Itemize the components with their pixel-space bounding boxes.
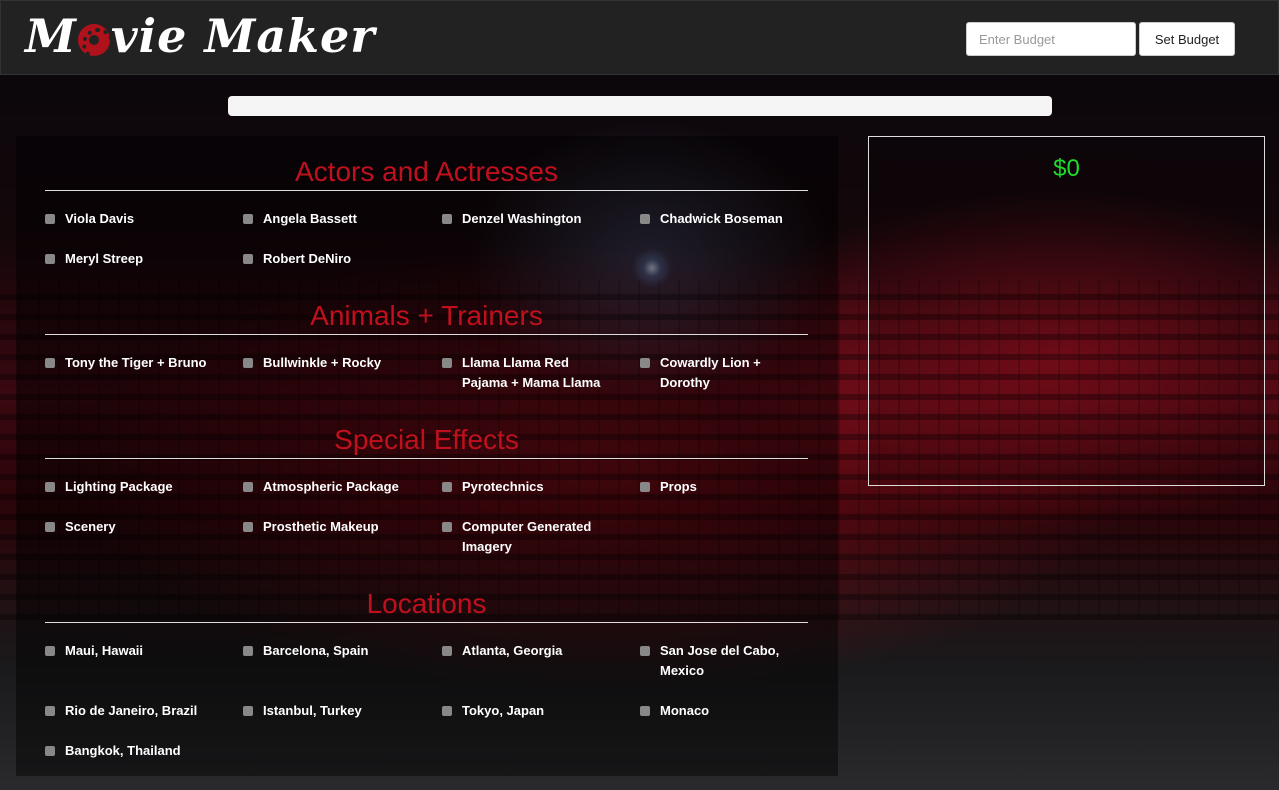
total-cost: $0: [1053, 155, 1080, 182]
option-atmospheric-package[interactable]: Atmospheric Package: [243, 477, 433, 497]
option-bullwinkle-rocky[interactable]: Bullwinkle + Rocky: [243, 353, 433, 373]
top-navbar: Mvie Maker Set Budget: [0, 0, 1279, 75]
checkbox-icon[interactable]: [243, 254, 253, 264]
option-pyrotechnics[interactable]: Pyrotechnics: [442, 477, 632, 497]
checkbox-icon[interactable]: [45, 522, 55, 532]
section-title-animals: Animals + Trainers: [45, 298, 808, 335]
checkbox-icon[interactable]: [640, 706, 650, 716]
option-tony-the-tiger[interactable]: Tony the Tiger + Bruno: [45, 353, 235, 373]
option-robert-deniro[interactable]: Robert DeNiro: [243, 249, 433, 269]
option-monaco[interactable]: Monaco: [640, 701, 830, 721]
checkbox-icon[interactable]: [442, 214, 452, 224]
logo-text-right: vie Maker: [110, 9, 376, 63]
option-scenery[interactable]: Scenery: [45, 517, 235, 537]
checkbox-icon[interactable]: [640, 358, 650, 368]
option-atlanta-georgia[interactable]: Atlanta, Georgia: [442, 641, 632, 661]
option-rio-de-janeiro[interactable]: Rio de Janeiro, Brazil: [45, 701, 235, 721]
film-reel-icon: [77, 24, 114, 60]
option-denzel-washington[interactable]: Denzel Washington: [442, 209, 632, 229]
option-chadwick-boseman[interactable]: Chadwick Boseman: [640, 209, 830, 229]
checkbox-icon[interactable]: [640, 646, 650, 656]
checkbox-icon[interactable]: [45, 646, 55, 656]
checkbox-icon[interactable]: [243, 214, 253, 224]
option-barcelona-spain[interactable]: Barcelona, Spain: [243, 641, 433, 661]
checkbox-icon[interactable]: [243, 706, 253, 716]
option-bangkok-thailand[interactable]: Bangkok, Thailand: [45, 741, 235, 761]
checkbox-icon[interactable]: [243, 482, 253, 492]
section-title-actors: Actors and Actresses: [45, 154, 808, 191]
checkbox-icon[interactable]: [442, 358, 452, 368]
option-llama-llama[interactable]: Llama Llama Red Pajama + Mama Llama: [442, 353, 612, 393]
option-san-jose-del-cabo[interactable]: San Jose del Cabo, Mexico: [640, 641, 790, 681]
checkbox-icon[interactable]: [45, 214, 55, 224]
option-prosthetic-makeup[interactable]: Prosthetic Makeup: [243, 517, 433, 537]
checkbox-icon[interactable]: [243, 522, 253, 532]
option-tokyo-japan[interactable]: Tokyo, Japan: [442, 701, 632, 721]
checkbox-icon[interactable]: [442, 522, 452, 532]
option-angela-bassett[interactable]: Angela Bassett: [243, 209, 433, 229]
set-budget-button[interactable]: Set Budget: [1139, 22, 1235, 56]
budget-summary-panel: $0: [868, 136, 1265, 486]
checkbox-icon[interactable]: [45, 746, 55, 756]
option-lighting-package[interactable]: Lighting Package: [45, 477, 235, 497]
checkbox-icon[interactable]: [243, 646, 253, 656]
option-viola-davis[interactable]: Viola Davis: [45, 209, 235, 229]
checkbox-icon[interactable]: [45, 358, 55, 368]
option-maui-hawaii[interactable]: Maui, Hawaii: [45, 641, 235, 661]
budget-input[interactable]: [966, 22, 1136, 56]
logo-text-left: M: [25, 9, 77, 63]
movie-maker-logo[interactable]: Mvie Maker: [25, 9, 376, 63]
checkbox-icon[interactable]: [640, 482, 650, 492]
option-cowardly-lion[interactable]: Cowardly Lion + Dorothy: [640, 353, 780, 393]
budget-progress-bar: [228, 96, 1052, 116]
checkbox-icon[interactable]: [442, 482, 452, 492]
option-cgi[interactable]: Computer Generated Imagery: [442, 517, 612, 557]
option-meryl-streep[interactable]: Meryl Streep: [45, 249, 235, 269]
section-title-special-effects: Special Effects: [45, 422, 808, 459]
option-props[interactable]: Props: [640, 477, 830, 497]
checkbox-icon[interactable]: [442, 646, 452, 656]
checkbox-icon[interactable]: [442, 706, 452, 716]
checkbox-icon[interactable]: [45, 706, 55, 716]
checkbox-icon[interactable]: [243, 358, 253, 368]
checkbox-icon[interactable]: [45, 482, 55, 492]
option-istanbul-turkey[interactable]: Istanbul, Turkey: [243, 701, 433, 721]
checkbox-icon[interactable]: [640, 214, 650, 224]
section-title-locations: Locations: [45, 586, 808, 623]
checkbox-icon[interactable]: [45, 254, 55, 264]
